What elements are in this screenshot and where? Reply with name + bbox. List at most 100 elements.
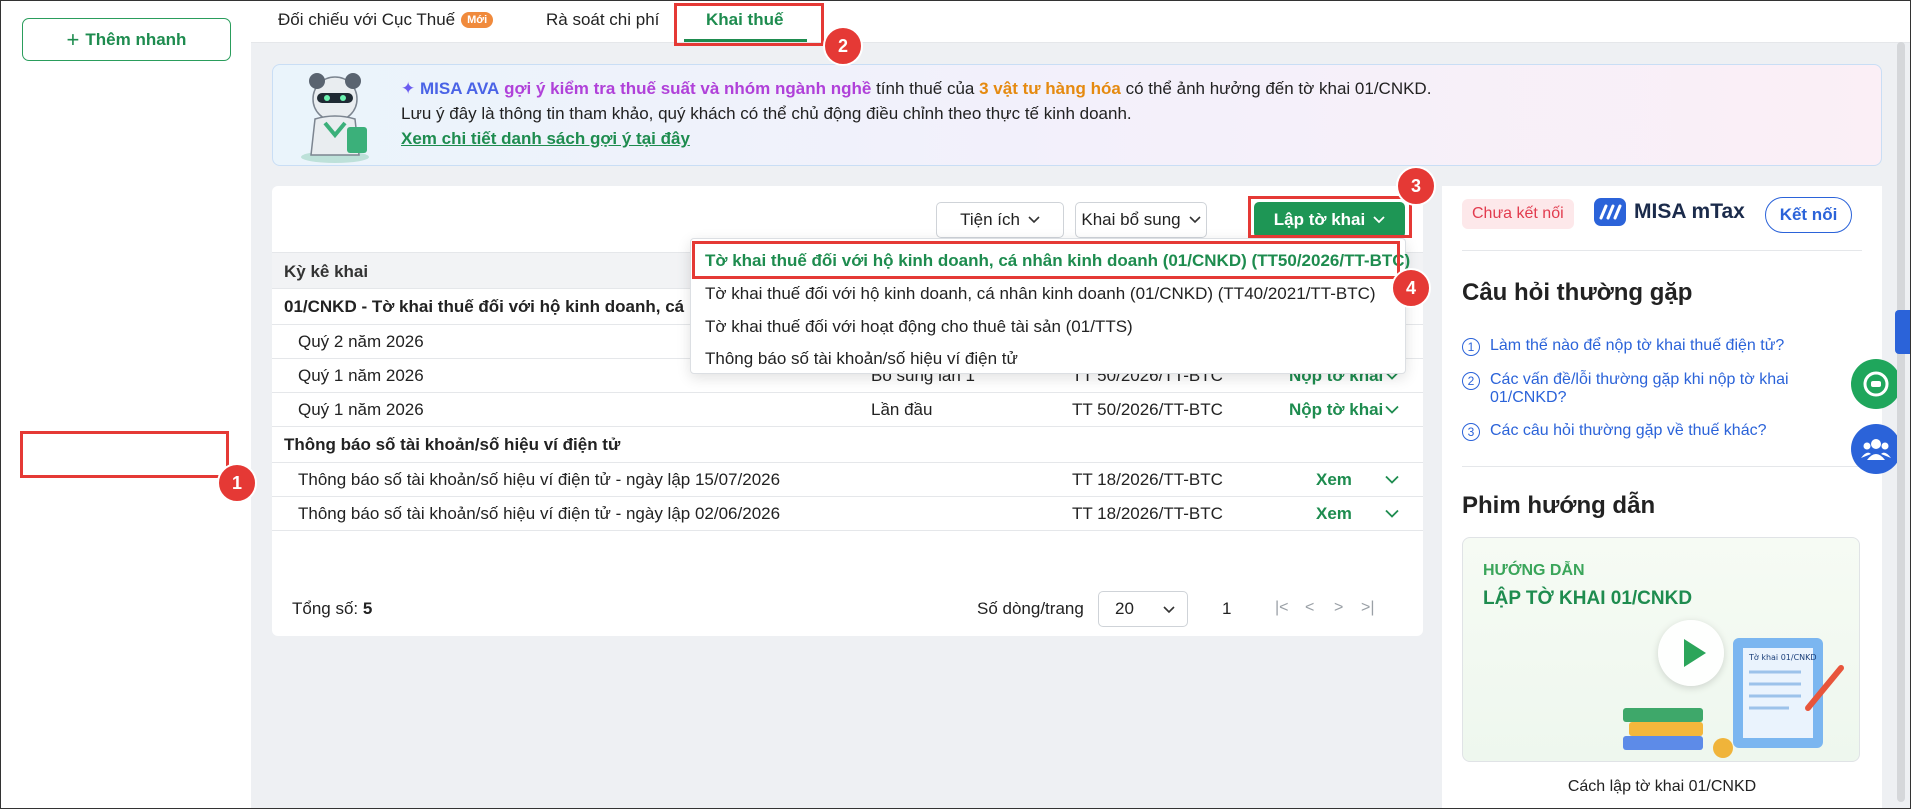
callout-marker-4: 4 bbox=[1391, 268, 1431, 308]
chevron-down-icon[interactable] bbox=[1385, 475, 1399, 484]
divider bbox=[1462, 466, 1862, 467]
mtax-brand: MISA mTax bbox=[1634, 200, 1745, 223]
sidebar-item-7[interactable]: Tiền lương bbox=[22, 376, 227, 420]
last-page-icon[interactable]: >| bbox=[1361, 599, 1375, 617]
tab-ra-soat-chi-phi[interactable]: Rà soát chi phí bbox=[546, 10, 659, 30]
users-icon bbox=[1861, 439, 1891, 460]
sidebar-item-label: Bán hàng bbox=[72, 111, 145, 130]
menu-item-01cnkd-tt40[interactable]: Tờ khai thuế đối với hộ kinh doanh, cá n… bbox=[705, 284, 1376, 304]
scrollbar[interactable] bbox=[1897, 42, 1905, 802]
supplement-label: Khai bổ sung bbox=[1081, 210, 1181, 229]
circular-cell: TT 50/2026/TT-BTC bbox=[1072, 399, 1223, 419]
box-icon bbox=[36, 221, 58, 243]
tab-doi-chieu[interactable]: Đối chiếu với Cục Thuế Mới bbox=[278, 10, 494, 30]
sidebar-item-label: Kho bbox=[72, 222, 103, 241]
current-page: 1 bbox=[1222, 599, 1232, 618]
community-button[interactable] bbox=[1851, 424, 1901, 474]
video-illustration: Tờ khai 01/CNKD bbox=[1623, 638, 1844, 758]
circular-cell: TT 18/2026/TT-BTC bbox=[1072, 469, 1223, 489]
callout-box-create-button bbox=[1248, 196, 1412, 238]
sidebar-item-2[interactable]: Bán hàng bbox=[22, 99, 227, 143]
connect-button[interactable]: Kết nối bbox=[1765, 197, 1852, 233]
next-page-icon[interactable]: > bbox=[1334, 599, 1343, 617]
view-link[interactable]: Xem bbox=[1316, 504, 1352, 524]
table-row[interactable]: Quý 1 năm 2026 Lần đầu TT 50/2026/TT-BTC… bbox=[272, 393, 1423, 427]
faq-number: 2 bbox=[1462, 372, 1480, 390]
rows-per-page-select[interactable]: 20 bbox=[1098, 591, 1188, 627]
ava-brand: MISA AVA bbox=[419, 79, 500, 98]
faq-number: 3 bbox=[1462, 423, 1480, 441]
period-cell: Quý 1 năm 2026 bbox=[298, 399, 424, 419]
circular-cell: TT 18/2026/TT-BTC bbox=[1072, 503, 1223, 523]
chevron-down-icon[interactable] bbox=[1385, 509, 1399, 518]
sidebar-item-label: Kết nối HĐ điện tử bbox=[72, 166, 212, 185]
utilities-button[interactable]: Tiện ích bbox=[936, 202, 1064, 238]
table-row[interactable]: Thông báo số tài khoản/số hiệu ví điện t… bbox=[272, 497, 1423, 531]
sidebar-item-5[interactable]: Công cụ dụng cụ bbox=[22, 265, 227, 309]
prev-page-icon[interactable]: < bbox=[1305, 599, 1314, 617]
faq-item[interactable]: 1 Làm thế nào để nộp tờ khai thuế điện t… bbox=[1462, 337, 1857, 356]
tab-label: Rà soát chi phí bbox=[546, 10, 660, 29]
sidebar-item-label: Danh mục bbox=[72, 721, 150, 740]
quick-add-label: Thêm nhanh bbox=[85, 29, 187, 49]
faq-item[interactable]: 2 Các vấn đề/lỗi thường gặp khi nộp tờ k… bbox=[1462, 371, 1857, 407]
first-page-icon[interactable]: |< bbox=[1275, 599, 1289, 617]
callout-box-tt50-option bbox=[692, 241, 1400, 279]
menu-item-01tts[interactable]: Tờ khai thuế đối với hoạt động cho thuê … bbox=[705, 317, 1133, 337]
ava-highlight: gợi ý kiểm tra thuế suất và nhóm ngành n… bbox=[504, 79, 872, 98]
sidebar-item-label: Số dư ban đầu bbox=[72, 777, 185, 796]
sidebar-item-13[interactable]: Danh mục bbox=[22, 709, 227, 753]
mascot-icon bbox=[301, 73, 369, 163]
sparkle-icon: ✦ bbox=[401, 79, 416, 98]
sidebar-item-9[interactable]: Báo cáo bbox=[22, 487, 227, 531]
submit-declaration-link[interactable]: Nộp tờ khai bbox=[1289, 400, 1383, 420]
menu-item-account-notice[interactable]: Thông báo số tài khoản/số hiệu ví điện t… bbox=[705, 349, 1018, 369]
banner-line-1: ✦ MISA AVA gợi ý kiểm tra thuế suất và n… bbox=[401, 79, 1431, 99]
video-heading-small: HƯỚNG DẪN bbox=[1483, 562, 1585, 579]
chevron-down-icon[interactable] bbox=[1385, 405, 1399, 414]
table-row[interactable]: Thông báo số tài khoản/số hiệu ví điện t… bbox=[272, 463, 1423, 497]
item-count: 3 vật tư hàng hóa bbox=[979, 79, 1121, 98]
total-count: Tổng số: 5 bbox=[292, 599, 372, 619]
play-icon[interactable] bbox=[1658, 620, 1724, 686]
quick-add-button[interactable]: + Thêm nhanh bbox=[22, 18, 231, 61]
chevron-down-icon bbox=[1028, 216, 1040, 224]
sidebar-item-3[interactable]: Kết nối HĐ điện tử bbox=[22, 154, 227, 198]
chevron-down-icon bbox=[1189, 216, 1201, 224]
group-title: 01/CNKD - Tờ khai thuế đối với hộ kinh d… bbox=[284, 296, 700, 316]
tutorial-video[interactable]: HƯỚNG DẪN LẬP TỜ KHAI 01/CNKD Tờ khai 01… bbox=[1462, 537, 1860, 762]
chat-icon bbox=[1863, 371, 1889, 397]
panel-toggle-tab[interactable] bbox=[1895, 310, 1911, 354]
sidebar-item-label: Tiền lương bbox=[72, 388, 155, 407]
supplement-button[interactable]: Khai bổ sung bbox=[1075, 202, 1207, 238]
sidebar-item-14[interactable]: Số dư ban đầu bbox=[22, 765, 227, 809]
sidebar-item-12[interactable]: Kết nối bảo hiểm bbox=[22, 654, 227, 698]
utilities-label: Tiện ích bbox=[960, 210, 1020, 229]
group-row: Thông báo số tài khoản/số hiệu ví điện t… bbox=[272, 427, 1423, 463]
sidebar-item-label: Kết nối bảo hiểm bbox=[72, 666, 200, 685]
sidebar-item-6[interactable]: Tài sản cố định bbox=[22, 321, 227, 365]
mtax-icon bbox=[1594, 198, 1626, 226]
chat-support-button[interactable] bbox=[1851, 359, 1901, 409]
database-icon bbox=[36, 776, 58, 798]
total-label: Tổng số: bbox=[292, 599, 359, 618]
column-header-period: Kỳ kê khai bbox=[284, 262, 369, 281]
plus-icon: + bbox=[66, 26, 80, 52]
tag-icon bbox=[36, 110, 58, 132]
sidebar-item-label: Tài sản cố định bbox=[72, 333, 188, 352]
banner-detail-link[interactable]: Xem chi tiết danh sách gợi ý tại đây bbox=[401, 129, 690, 149]
view-link[interactable]: Xem bbox=[1316, 470, 1352, 490]
sidebar-item-11[interactable]: Kết nối vay vốn bbox=[22, 598, 227, 642]
car-icon bbox=[36, 332, 58, 354]
period-cell: Thông báo số tài khoản/số hiệu ví điện t… bbox=[298, 503, 781, 523]
banner-text: có thể ảnh hưởng đến tờ khai 01/CNKD. bbox=[1125, 79, 1432, 98]
rows-per-page-label: Số dòng/trang bbox=[977, 599, 1084, 618]
sidebar-item-10[interactable]: Kế toán dịch vụ bbox=[22, 543, 227, 587]
bar-chart-icon bbox=[36, 498, 58, 520]
faq-item[interactable]: 3 Các câu hỏi thường gặp về thuế khác? bbox=[1462, 422, 1857, 441]
briefcase-icon bbox=[36, 554, 58, 576]
sidebar-item-label: Kết nối vay vốn bbox=[72, 610, 189, 629]
top-tabs: Đối chiếu với Cục Thuế Mới Rà soát chi p… bbox=[251, 0, 1911, 43]
sidebar-item-label: Kế toán dịch vụ bbox=[72, 555, 190, 574]
sidebar-item-4[interactable]: Kho bbox=[22, 210, 227, 254]
